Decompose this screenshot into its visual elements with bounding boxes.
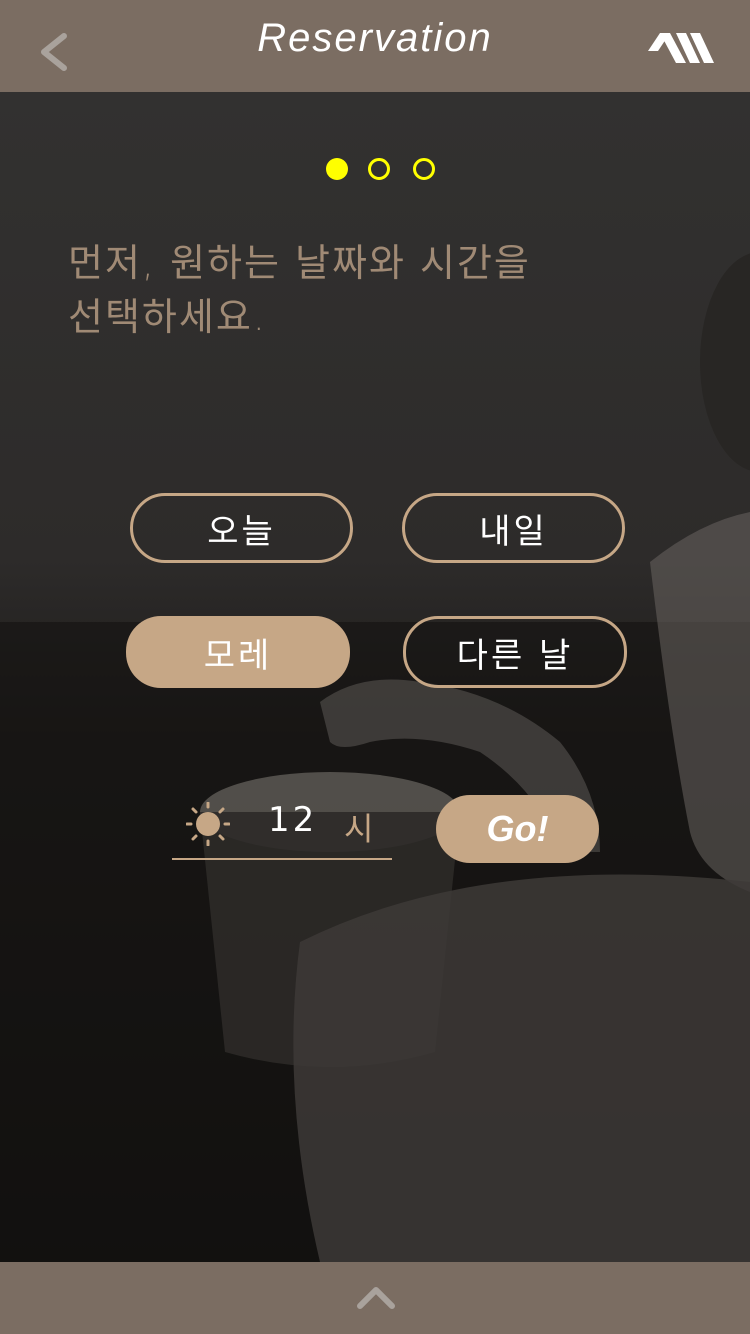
- step-indicator: [0, 158, 750, 182]
- day-button-other-day[interactable]: 다른 날: [403, 616, 627, 688]
- go-button[interactable]: Go!: [436, 795, 599, 863]
- time-unit: 시: [344, 810, 374, 848]
- instruction-line-1: 먼저, 원하는 날짜와 시간을: [68, 241, 531, 285]
- logo-icon: [648, 33, 714, 63]
- header-bar: Reservation: [0, 0, 750, 92]
- page-title: Reservation: [257, 16, 493, 60]
- step-dot-2: [368, 158, 390, 180]
- brand-logo[interactable]: [648, 27, 714, 65]
- footer-bar: [0, 1262, 750, 1334]
- time-value: 12: [268, 800, 318, 840]
- step-dot-3: [413, 158, 435, 180]
- sun-icon: [186, 802, 230, 846]
- time-input[interactable]: 12 시: [172, 796, 392, 860]
- instruction-text: 먼저, 원하는 날짜와 시간을 선택하세요.: [68, 236, 628, 344]
- day-button-tomorrow[interactable]: 내일: [402, 493, 625, 563]
- day-button-day-after-tomorrow[interactable]: 모레: [126, 616, 350, 688]
- expand-up-button[interactable]: [354, 1280, 398, 1314]
- instruction-line-2: 선택하세요.: [68, 295, 267, 339]
- step-dot-1: [326, 158, 348, 180]
- chevron-up-icon: [357, 1287, 395, 1309]
- day-button-today[interactable]: 오늘: [130, 493, 353, 563]
